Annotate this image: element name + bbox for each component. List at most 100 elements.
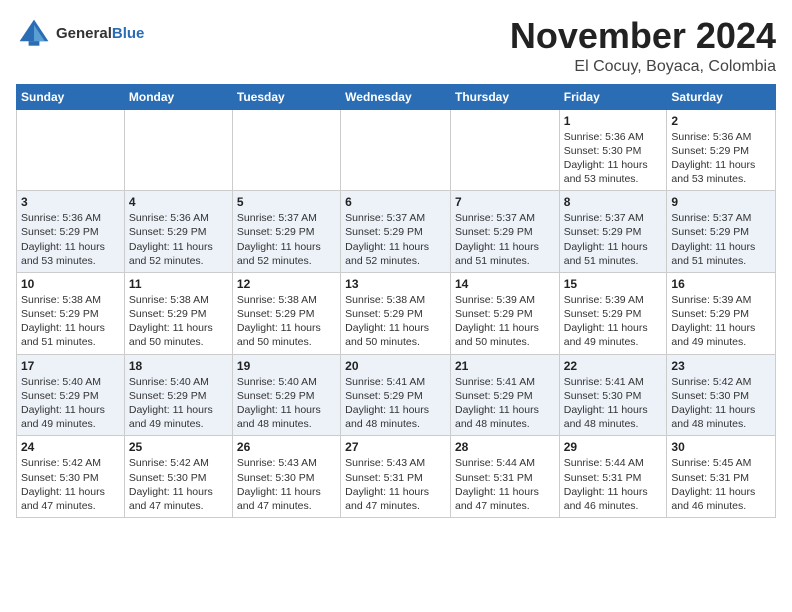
day-info: Sunrise: 5:41 AMSunset: 5:29 PMDaylight:…	[455, 375, 555, 432]
day-number: 28	[455, 440, 555, 454]
table-row: 14 Sunrise: 5:39 AMSunset: 5:29 PMDayligh…	[450, 272, 559, 354]
day-number: 10	[21, 277, 120, 291]
day-info: Sunrise: 5:42 AMSunset: 5:30 PMDaylight:…	[21, 456, 120, 513]
month-title: November 2024	[510, 16, 776, 56]
table-row: 3 Sunrise: 5:36 AMSunset: 5:29 PMDaylight…	[17, 191, 125, 273]
logo-text: GeneralBlue	[56, 25, 144, 43]
day-info: Sunrise: 5:39 AMSunset: 5:29 PMDaylight:…	[564, 293, 663, 350]
day-info: Sunrise: 5:39 AMSunset: 5:29 PMDaylight:…	[671, 293, 771, 350]
table-row: 28 Sunrise: 5:44 AMSunset: 5:31 PMDayligh…	[450, 436, 559, 518]
day-number: 25	[129, 440, 228, 454]
table-row: 7 Sunrise: 5:37 AMSunset: 5:29 PMDaylight…	[450, 191, 559, 273]
col-friday: Friday	[559, 84, 667, 109]
calendar-week-row: 3 Sunrise: 5:36 AMSunset: 5:29 PMDaylight…	[17, 191, 776, 273]
location-title: El Cocuy, Boyaca, Colombia	[510, 58, 776, 76]
logo-blue: Blue	[112, 25, 145, 42]
table-row: 6 Sunrise: 5:37 AMSunset: 5:29 PMDaylight…	[341, 191, 451, 273]
calendar-header-row: Sunday Monday Tuesday Wednesday Thursday…	[17, 84, 776, 109]
day-info: Sunrise: 5:44 AMSunset: 5:31 PMDaylight:…	[455, 456, 555, 513]
day-info: Sunrise: 5:38 AMSunset: 5:29 PMDaylight:…	[237, 293, 336, 350]
table-row: 17Sunrise: 5:40 AMSunset: 5:29 PMDayligh…	[17, 354, 125, 436]
calendar-week-row: 1Sunrise: 5:36 AMSunset: 5:30 PMDaylight…	[17, 109, 776, 191]
day-info: Sunrise: 5:44 AMSunset: 5:31 PMDaylight:…	[564, 456, 663, 513]
table-row: 1Sunrise: 5:36 AMSunset: 5:30 PMDaylight…	[559, 109, 667, 191]
table-row: 24Sunrise: 5:42 AMSunset: 5:30 PMDayligh…	[17, 436, 125, 518]
day-number: 9	[671, 195, 771, 209]
day-number: 6	[345, 195, 446, 209]
table-row: 29 Sunrise: 5:44 AMSunset: 5:31 PMDayligh…	[559, 436, 667, 518]
table-row	[341, 109, 451, 191]
col-saturday: Saturday	[667, 84, 776, 109]
table-row: 23 Sunrise: 5:42 AMSunset: 5:30 PMDayligh…	[667, 354, 776, 436]
day-info: Sunrise: 5:37 AMSunset: 5:29 PMDaylight:…	[455, 211, 555, 268]
day-number: 14	[455, 277, 555, 291]
day-info: Sunrise: 5:40 AMSunset: 5:29 PMDaylight:…	[237, 375, 336, 432]
day-info: Sunrise: 5:37 AMSunset: 5:29 PMDaylight:…	[564, 211, 663, 268]
table-row: 21Sunrise: 5:41 AMSunset: 5:29 PMDayligh…	[450, 354, 559, 436]
day-info: Sunrise: 5:38 AMSunset: 5:29 PMDaylight:…	[21, 293, 120, 350]
day-info: Sunrise: 5:37 AMSunset: 5:29 PMDaylight:…	[345, 211, 446, 268]
table-row: 12Sunrise: 5:38 AMSunset: 5:29 PMDayligh…	[232, 272, 340, 354]
col-monday: Monday	[124, 84, 232, 109]
logo-area: GeneralBlue	[16, 16, 144, 52]
day-info: Sunrise: 5:40 AMSunset: 5:29 PMDaylight:…	[21, 375, 120, 432]
day-number: 30	[671, 440, 771, 454]
table-row	[124, 109, 232, 191]
header: GeneralBlue November 2024 El Cocuy, Boya…	[16, 16, 776, 76]
day-number: 18	[129, 359, 228, 373]
day-info: Sunrise: 5:36 AMSunset: 5:29 PMDaylight:…	[671, 130, 771, 187]
table-row: 13Sunrise: 5:38 AMSunset: 5:29 PMDayligh…	[341, 272, 451, 354]
logo-icon	[16, 16, 52, 52]
table-row	[232, 109, 340, 191]
day-number: 23	[671, 359, 771, 373]
day-info: Sunrise: 5:38 AMSunset: 5:29 PMDaylight:…	[129, 293, 228, 350]
col-thursday: Thursday	[450, 84, 559, 109]
day-number: 20	[345, 359, 446, 373]
day-number: 7	[455, 195, 555, 209]
day-info: Sunrise: 5:41 AMSunset: 5:30 PMDaylight:…	[564, 375, 663, 432]
day-info: Sunrise: 5:36 AMSunset: 5:29 PMDaylight:…	[21, 211, 120, 268]
day-number: 11	[129, 277, 228, 291]
day-info: Sunrise: 5:36 AMSunset: 5:29 PMDaylight:…	[129, 211, 228, 268]
calendar-table: Sunday Monday Tuesday Wednesday Thursday…	[16, 84, 776, 518]
day-number: 27	[345, 440, 446, 454]
title-area: November 2024 El Cocuy, Boyaca, Colombia	[510, 16, 776, 76]
day-info: Sunrise: 5:37 AMSunset: 5:29 PMDaylight:…	[671, 211, 771, 268]
col-tuesday: Tuesday	[232, 84, 340, 109]
table-row: 25 Sunrise: 5:42 AMSunset: 5:30 PMDayligh…	[124, 436, 232, 518]
table-row: 27 Sunrise: 5:43 AMSunset: 5:31 PMDayligh…	[341, 436, 451, 518]
table-row: 5Sunrise: 5:37 AMSunset: 5:29 PMDaylight…	[232, 191, 340, 273]
calendar-week-row: 24Sunrise: 5:42 AMSunset: 5:30 PMDayligh…	[17, 436, 776, 518]
day-number: 2	[671, 114, 771, 128]
day-info: Sunrise: 5:42 AMSunset: 5:30 PMDaylight:…	[129, 456, 228, 513]
table-row: 26Sunrise: 5:43 AMSunset: 5:30 PMDayligh…	[232, 436, 340, 518]
table-row: 11 Sunrise: 5:38 AMSunset: 5:29 PMDayligh…	[124, 272, 232, 354]
day-info: Sunrise: 5:38 AMSunset: 5:29 PMDaylight:…	[345, 293, 446, 350]
day-info: Sunrise: 5:39 AMSunset: 5:29 PMDaylight:…	[455, 293, 555, 350]
table-row: 15 Sunrise: 5:39 AMSunset: 5:29 PMDayligh…	[559, 272, 667, 354]
logo-general: General	[56, 25, 112, 42]
day-number: 29	[564, 440, 663, 454]
table-row	[450, 109, 559, 191]
day-number: 19	[237, 359, 336, 373]
day-number: 3	[21, 195, 120, 209]
calendar-week-row: 17Sunrise: 5:40 AMSunset: 5:29 PMDayligh…	[17, 354, 776, 436]
day-info: Sunrise: 5:36 AMSunset: 5:30 PMDaylight:…	[564, 130, 663, 187]
day-info: Sunrise: 5:45 AMSunset: 5:31 PMDaylight:…	[671, 456, 771, 513]
table-row: 10 Sunrise: 5:38 AMSunset: 5:29 PMDayligh…	[17, 272, 125, 354]
day-number: 15	[564, 277, 663, 291]
table-row: 9 Sunrise: 5:37 AMSunset: 5:29 PMDaylight…	[667, 191, 776, 273]
table-row: 4 Sunrise: 5:36 AMSunset: 5:29 PMDaylight…	[124, 191, 232, 273]
col-sunday: Sunday	[17, 84, 125, 109]
day-number: 16	[671, 277, 771, 291]
table-row	[17, 109, 125, 191]
table-row: 22 Sunrise: 5:41 AMSunset: 5:30 PMDayligh…	[559, 354, 667, 436]
day-number: 4	[129, 195, 228, 209]
day-number: 22	[564, 359, 663, 373]
day-info: Sunrise: 5:43 AMSunset: 5:31 PMDaylight:…	[345, 456, 446, 513]
page: GeneralBlue November 2024 El Cocuy, Boya…	[0, 0, 792, 528]
calendar-week-row: 10 Sunrise: 5:38 AMSunset: 5:29 PMDayligh…	[17, 272, 776, 354]
table-row: 20Sunrise: 5:41 AMSunset: 5:29 PMDayligh…	[341, 354, 451, 436]
day-number: 5	[237, 195, 336, 209]
day-info: Sunrise: 5:42 AMSunset: 5:30 PMDaylight:…	[671, 375, 771, 432]
